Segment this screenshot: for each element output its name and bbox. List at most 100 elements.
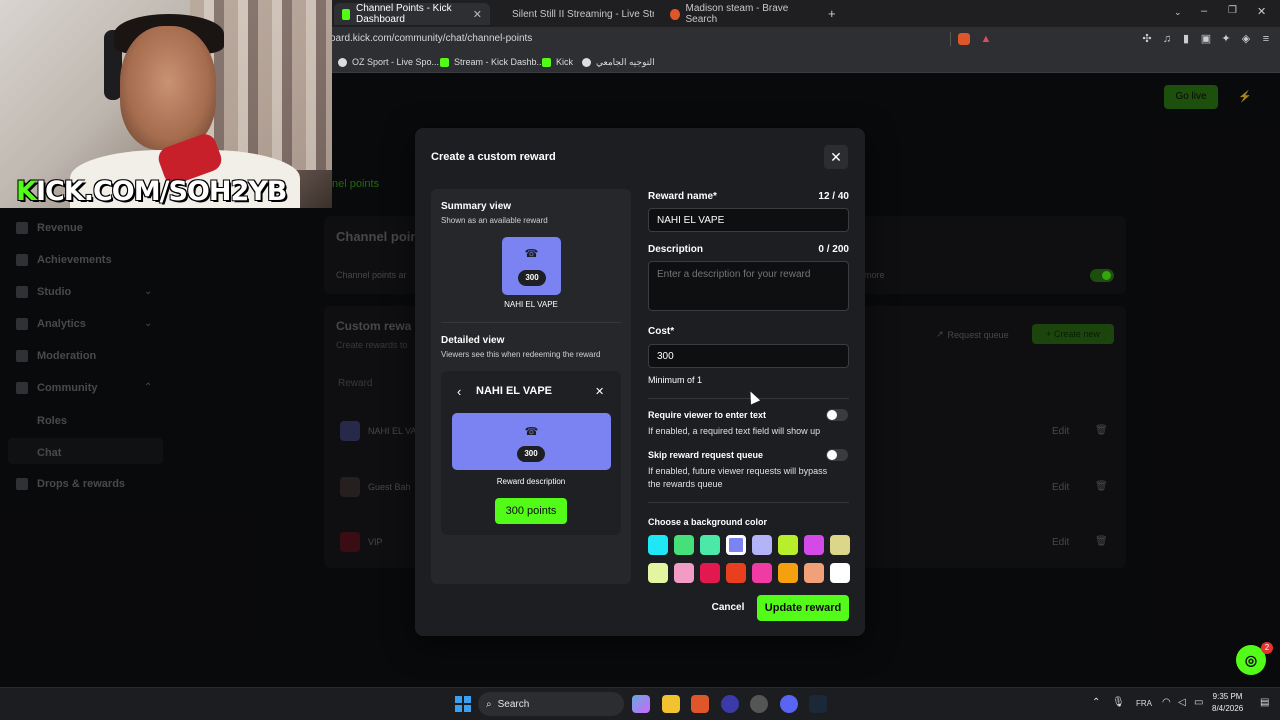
color-swatch[interactable] xyxy=(752,535,772,555)
brave-rewards-icon[interactable]: ▲ xyxy=(980,33,992,45)
language-indicator[interactable]: FRA xyxy=(1136,699,1152,708)
color-swatch[interactable] xyxy=(804,535,824,555)
color-swatch[interactable] xyxy=(778,535,798,555)
menu-icon[interactable]: ≡ xyxy=(1260,33,1272,45)
color-swatch[interactable] xyxy=(700,563,720,583)
summary-view-sub: Shown as an available reward xyxy=(441,216,548,225)
close-window-icon[interactable]: ✕ xyxy=(1257,5,1266,18)
close-modal-button[interactable]: ✕ xyxy=(824,145,848,169)
media-icon[interactable]: ♫ xyxy=(1161,33,1173,45)
search-label: Search xyxy=(497,698,530,710)
chevron-up-icon[interactable]: ⌃ xyxy=(1092,697,1100,708)
tab-brave-search[interactable]: Madison steam - Brave Search xyxy=(662,3,812,25)
brave-browser-icon[interactable] xyxy=(691,695,709,713)
divider xyxy=(648,502,849,503)
system-clock[interactable]: 9:35 PM 8/4/2026 xyxy=(1212,691,1243,715)
color-swatch[interactable] xyxy=(726,535,746,555)
tab-silent-still[interactable]: Silent Still II Streaming - Live Stream xyxy=(498,3,654,25)
require-text-desc: If enabled, a required text field will s… xyxy=(648,426,821,436)
telephone-icon: ☎ xyxy=(524,248,539,260)
vpn-icon[interactable]: ◈ xyxy=(1240,33,1252,45)
sidebar-toggle-icon[interactable]: ▮ xyxy=(1180,33,1192,45)
modal-title: Create a custom reward xyxy=(431,151,556,163)
reward-name-count: 12 / 40 xyxy=(818,191,849,202)
wallet-icon[interactable]: ▣ xyxy=(1200,33,1212,45)
minimize-icon[interactable]: – xyxy=(1201,5,1207,17)
obs-icon[interactable] xyxy=(721,695,739,713)
description-label: Description xyxy=(648,244,704,255)
reward-name-input[interactable] xyxy=(648,208,849,232)
skip-queue-desc-line2: the rewards queue xyxy=(648,479,723,489)
close-tab-icon[interactable]: ✕ xyxy=(473,8,482,21)
divider xyxy=(950,32,951,46)
tab-search-icon[interactable]: ⌄ xyxy=(1174,7,1182,18)
cost-label: Cost* xyxy=(648,326,675,337)
start-tile xyxy=(464,696,471,703)
app-icon[interactable] xyxy=(750,695,768,713)
description-count: 0 / 200 xyxy=(818,244,849,255)
discord-icon[interactable] xyxy=(780,695,798,713)
require-text-toggle[interactable] xyxy=(826,409,848,421)
cancel-button[interactable]: Cancel xyxy=(706,596,750,620)
divider xyxy=(441,322,621,323)
volume-icon[interactable]: ◁ xyxy=(1178,697,1186,708)
maximize-icon[interactable]: ❐ xyxy=(1228,5,1237,16)
bookmark-label: Stream - Kick Dashb... xyxy=(454,57,545,67)
color-swatch[interactable] xyxy=(752,563,772,583)
summary-view-label: Summary view xyxy=(441,201,512,212)
copilot-icon[interactable] xyxy=(632,695,650,713)
bookmark-label: OZ Sport - Live Spo... xyxy=(352,57,440,67)
color-swatch[interactable] xyxy=(674,563,694,583)
color-swatch[interactable] xyxy=(648,563,668,583)
webcam-overlay: KICK.COM/SOH2YB xyxy=(0,0,332,208)
start-tile xyxy=(455,696,462,703)
reward-name-label: Reward name* xyxy=(648,191,717,202)
detail-reward-tile: ☎ 300 xyxy=(452,413,611,470)
color-swatch[interactable] xyxy=(726,563,746,583)
color-swatch[interactable] xyxy=(700,535,720,555)
color-swatch[interactable] xyxy=(804,563,824,583)
kick-favicon-icon xyxy=(342,8,350,20)
bookmark-oz-sport[interactable]: OZ Sport - Live Spo... xyxy=(338,57,439,67)
cost-input[interactable] xyxy=(648,344,849,368)
update-reward-button[interactable]: Update reward xyxy=(757,595,849,621)
detailed-view-sub: Viewers see this when redeeming the rewa… xyxy=(441,350,601,359)
file-explorer-icon[interactable] xyxy=(662,695,680,713)
windows-start-icon[interactable] xyxy=(455,696,471,712)
bookmark-stream-kick[interactable]: Stream - Kick Dashb... xyxy=(440,57,544,67)
bg-color-label: Choose a background color xyxy=(648,517,768,527)
brave-shields-icon[interactable] xyxy=(958,33,970,45)
color-swatch[interactable] xyxy=(830,563,850,583)
battery-icon[interactable]: ▭ xyxy=(1194,697,1203,708)
streamer-face xyxy=(120,26,216,150)
require-text-label: Require viewer to enter text xyxy=(648,410,767,420)
bookmark-university[interactable]: التوجيه الجامعي xyxy=(582,57,655,68)
microphone-icon[interactable]: 🎙 xyxy=(1112,697,1125,708)
wifi-icon[interactable]: ◠ xyxy=(1162,697,1171,708)
taskbar-search[interactable]: ⌕ Search xyxy=(478,692,624,716)
tab-channel-points[interactable]: Channel Points - Kick Dashboard ✕ xyxy=(334,3,490,25)
new-tab-button[interactable]: + xyxy=(828,6,836,21)
color-swatch[interactable] xyxy=(674,535,694,555)
start-tile xyxy=(464,705,471,712)
toggle-knob xyxy=(827,410,837,420)
back-arrow-icon: ‹ xyxy=(457,384,462,399)
url-field[interactable]: oard.kick.com/community/chat/channel-poi… xyxy=(330,33,532,44)
globe-icon xyxy=(582,58,591,67)
kick-favicon-icon xyxy=(440,57,449,67)
color-swatch[interactable] xyxy=(778,563,798,583)
extensions-icon[interactable]: ✣ xyxy=(1141,33,1153,45)
bookmark-kick[interactable]: Kick xyxy=(542,57,573,67)
description-textarea[interactable] xyxy=(648,261,849,311)
color-swatch[interactable] xyxy=(830,535,850,555)
notifications-icon[interactable]: ▤ xyxy=(1260,697,1269,708)
leo-ai-icon[interactable]: ✦ xyxy=(1220,33,1232,45)
skip-queue-toggle[interactable] xyxy=(826,449,848,461)
color-swatch[interactable] xyxy=(648,535,668,555)
summary-cost-pill: 300 xyxy=(518,270,546,286)
bookmark-label: التوجيه الجامعي xyxy=(596,57,655,67)
steam-icon[interactable] xyxy=(809,695,827,713)
detail-title: NAHI EL VAPE xyxy=(476,385,552,397)
tab-label: Madison steam - Brave Search xyxy=(685,3,789,25)
summary-reward-name: NAHI EL VAPE xyxy=(504,300,558,309)
